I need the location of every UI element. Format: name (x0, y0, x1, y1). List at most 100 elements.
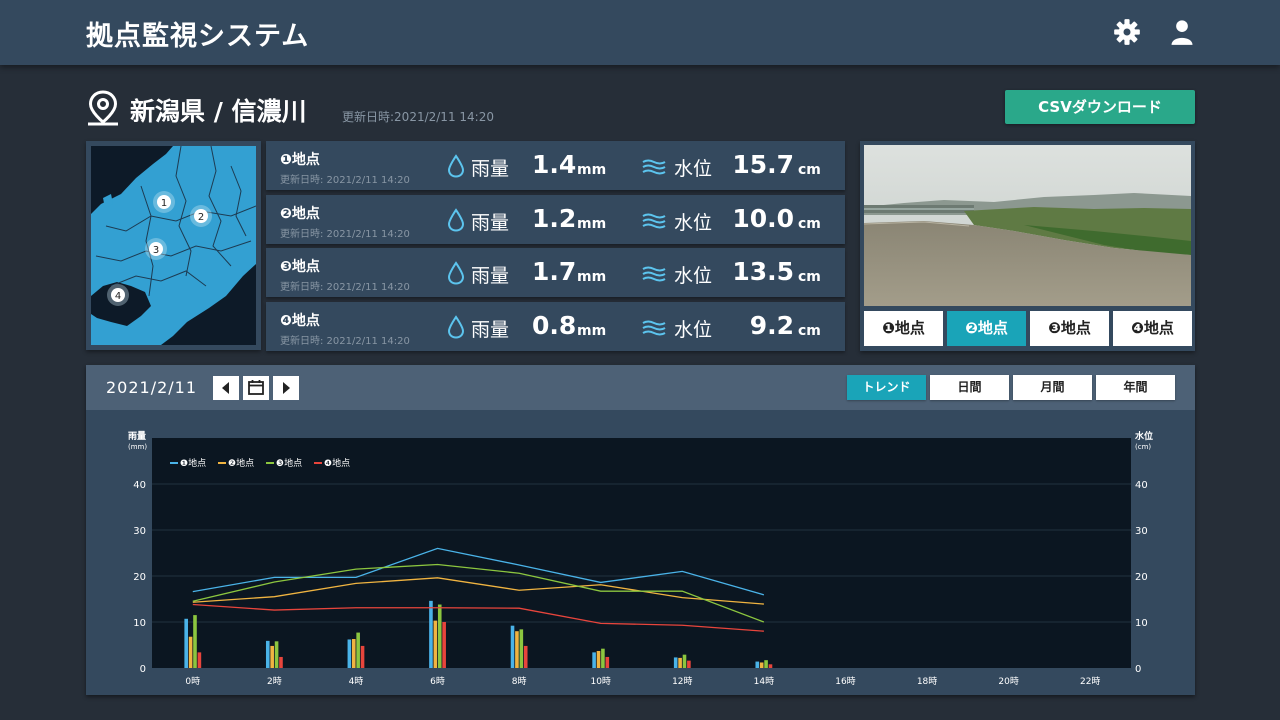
map-marker-1[interactable]: 1 (153, 191, 175, 213)
level-value: 9.2 (749, 310, 794, 340)
camera-station-button-1[interactable]: ❶地点 (864, 311, 943, 346)
view-monthly-button[interactable]: 月間 (1013, 375, 1092, 400)
rain-value: 1.4 (532, 150, 577, 179)
rain-bar-1 (184, 618, 188, 668)
y-right-unit: (cm) (1135, 443, 1151, 451)
camera-panel: ❶地点 ❷地点 ❸地点 ❹地点 (860, 141, 1195, 351)
station-list: ❶地点 更新日時: 2021/2/11 14:20 雨量 1.4 mm 水位 15.7 cm ❷… (266, 141, 845, 355)
station-updated: 更新日時: 2021/2/11 14:20 (280, 282, 410, 293)
trend-chart-panel: 2021/2/11 トレンド 日間 月間 年間 0 0 10 10 20 20 30 30 40 40 雨… (86, 365, 1195, 695)
x-tick-label: 16時 (835, 676, 855, 687)
station-map: 1 2 3 4 (91, 146, 256, 345)
x-tick-label: 2時 (267, 676, 282, 687)
x-tick-label: 12時 (672, 676, 692, 687)
csv-download-button[interactable]: CSVダウンロード (1005, 90, 1195, 124)
x-tick-label: 14時 (754, 676, 774, 687)
map-panel: 1 2 3 4 (86, 141, 261, 350)
y-left-unit: (mm) (128, 443, 147, 451)
next-date-button[interactable] (273, 376, 299, 400)
station-updated: 更新日時: 2021/2/11 14:20 (280, 335, 410, 347)
rain-label: 雨量 (471, 318, 510, 341)
rain-bar-4 (605, 656, 610, 668)
rain-bar-2 (270, 645, 274, 668)
station-row-4[interactable]: ❹地点 更新日時: 2021/2/11 14:20 雨量 0.8 mm 水位 9.2 cm (266, 301, 845, 351)
station-updated: 更新日時: 2021/2/11 14:20 (280, 175, 410, 186)
map-marker-3[interactable]: 3 (145, 238, 167, 260)
x-tick-label: 8時 (512, 676, 527, 687)
y-left-tick: 10 (133, 618, 146, 629)
gear-icon[interactable] (1113, 18, 1141, 46)
water-wave-icon (642, 159, 666, 175)
rain-bar-3 (682, 654, 687, 668)
rain-bar-2 (433, 620, 438, 668)
x-tick-label: 6時 (430, 676, 445, 687)
level-label: 水位 (674, 158, 713, 180)
rain-bar-4 (360, 645, 365, 668)
y-left-tick: 30 (133, 526, 146, 537)
map-marker-4[interactable]: 4 (107, 284, 129, 306)
legend-label-2: ❷地点 (228, 457, 254, 469)
level-value: 10.0 (732, 203, 794, 233)
rain-unit: mm (577, 322, 607, 339)
legend-label-4: ❹地点 (324, 457, 350, 469)
station-name: ❷地点 (280, 205, 320, 222)
y-left-tick: 20 (133, 572, 146, 583)
rain-bar-4 (768, 664, 773, 668)
station-row-2[interactable]: ❷地点 更新日時: 2021/2/11 14:20 雨量 1.2 mm 水位 10.0 cm (266, 194, 845, 244)
map-marker-2[interactable]: 2 (190, 205, 212, 227)
station-name: ❶地点 (280, 152, 320, 168)
view-trend-button[interactable]: トレンド (847, 375, 926, 400)
rain-label: 雨量 (471, 265, 510, 287)
level-unit: cm (798, 322, 821, 339)
water-wave-icon (642, 320, 666, 335)
legend-label-1: ❶地点 (180, 457, 206, 469)
rain-bar-4 (197, 652, 202, 668)
view-daily-button[interactable]: 日間 (930, 375, 1009, 400)
y-left-tick: 0 (140, 664, 146, 675)
rain-bar-3 (601, 648, 605, 668)
rain-value: 1.2 (532, 203, 577, 233)
station-name: ❸地点 (280, 259, 320, 275)
rain-bar-2 (515, 631, 519, 668)
top-bar: 拠点監視システム (0, 0, 1280, 65)
camera-station-button-3[interactable]: ❸地点 (1030, 311, 1109, 346)
rain-bar-3 (764, 660, 768, 668)
station-row-3[interactable]: ❸地点 更新日時: 2021/2/11 14:20 雨量 1.7 mm 水位 13.5 cm (266, 248, 845, 297)
svg-text:1: 1 (161, 198, 167, 209)
rain-level-chart: 0 0 10 10 20 20 30 30 40 40 雨量(mm) 水位(cm) 0時 2時 4時 6時 8時… (128, 430, 1153, 687)
svg-text:3: 3 (153, 245, 159, 256)
camera-station-button-4[interactable]: ❹地点 (1113, 311, 1192, 346)
prev-date-button[interactable] (213, 376, 239, 400)
rain-value: 0.8 (532, 310, 577, 340)
station-updated: 更新日時: 2021/2/11 14:20 (280, 228, 410, 240)
rain-bar-3 (274, 641, 279, 668)
view-yearly-button[interactable]: 年間 (1096, 375, 1175, 400)
rain-bar-3 (356, 632, 360, 668)
x-tick-label: 0時 (185, 676, 200, 687)
rain-bar-2 (596, 650, 601, 668)
rain-value: 1.7 (532, 257, 577, 286)
rain-bar-3 (519, 629, 524, 668)
calendar-button[interactable] (243, 376, 269, 400)
camera-station-button-2[interactable]: ❷地点 (947, 311, 1026, 346)
legend-label-3: ❸地点 (276, 457, 302, 469)
plot-area (152, 438, 1131, 668)
arrow-right-icon (283, 382, 290, 394)
y-right-tick: 0 (1135, 664, 1141, 675)
station-row-1[interactable]: ❶地点 更新日時: 2021/2/11 14:20 雨量 1.4 mm 水位 15.7 cm (266, 141, 845, 190)
rain-unit: mm (577, 215, 607, 232)
rain-bar-2 (678, 657, 682, 668)
user-icon[interactable] (1168, 18, 1196, 46)
rain-label: 雨量 (471, 158, 510, 180)
y-right-label: 水位 (1135, 430, 1153, 442)
y-left-tick: 40 (133, 480, 146, 491)
x-tick-label: 18時 (917, 676, 937, 687)
station-name: ❹地点 (280, 312, 320, 329)
level-value: 13.5 (732, 257, 794, 286)
rain-unit: mm (577, 269, 607, 285)
location-pin-icon (88, 90, 118, 126)
svg-text:2: 2 (198, 212, 204, 223)
level-unit: cm (798, 269, 821, 285)
rain-bar-2 (351, 639, 356, 668)
x-tick-label: 4時 (349, 676, 364, 687)
